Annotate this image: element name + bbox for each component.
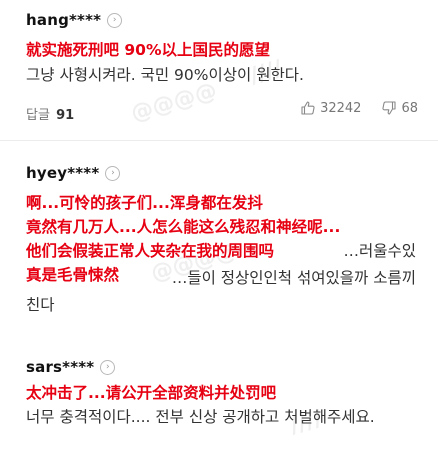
comment-item: sars**** › 太冲击了...请公开全部资料并处罚吧 너무 충격적이다..…	[0, 345, 438, 455]
translation-overlay: 太冲击了...请公开全部资料并处罚吧	[26, 384, 277, 402]
comment-item: hyey**** › 啊...可怜的孩子们...浑身都在发抖 竟然有几万人...…	[0, 140, 438, 346]
like-count: 32242	[320, 100, 362, 116]
chevron-right-icon[interactable]: ›	[107, 12, 123, 28]
comment-username[interactable]: hang****	[26, 11, 101, 29]
reply-label: 답글	[26, 108, 50, 123]
translation-overlay: 真是毛骨悚然	[26, 266, 120, 284]
like-button[interactable]: 32242	[300, 100, 361, 116]
comment-text-fragment: 친다	[26, 296, 55, 314]
vote-bar: 32242 68	[280, 100, 418, 116]
thumbs-down-icon	[382, 101, 397, 115]
translation-overlay: 就实施死刑吧 90%以上国民的愿望	[26, 41, 270, 59]
chevron-right-icon[interactable]: ›	[100, 359, 116, 375]
dislike-count: 68	[401, 100, 418, 116]
translation-overlay: 竟然有几万人...人怎么能这么残忍和神经呢...	[26, 218, 341, 236]
comment-text: 그냥 사형시켜라. 국민 90%이상이 원한다.	[26, 66, 304, 84]
comment-username[interactable]: sars****	[26, 358, 94, 376]
translation-overlay: 啊...可怜的孩子们...浑身都在发抖	[26, 194, 263, 212]
comment-text-fragment: …러울수있	[343, 242, 416, 260]
reply-link[interactable]: 답글 91	[26, 104, 74, 123]
comment-text-fragment: …들이 정상인인척 섞여있을까 소름끼	[171, 269, 416, 287]
comment-author-row[interactable]: sars**** ›	[26, 357, 116, 377]
dislike-button[interactable]: 68	[381, 100, 418, 116]
reply-count: 91	[56, 108, 75, 123]
comment-text: 너무 충격적이다.... 전부 신상 공개하고 처벌해주세요.	[26, 408, 375, 426]
thumbs-up-icon	[301, 101, 315, 115]
chevron-right-icon[interactable]: ›	[105, 165, 121, 181]
translation-overlay: 他们会假装正常人夹杂在我的周围吗	[26, 242, 275, 260]
comment-author-row[interactable]: hyey**** ›	[26, 163, 121, 183]
comment-item: hang**** › 就实施死刑吧 90%以上国民的愿望 그냥 사형시켜라. 국…	[0, 0, 438, 140]
comment-username[interactable]: hyey****	[26, 164, 99, 182]
comment-author-row[interactable]: hang**** ›	[26, 10, 123, 30]
